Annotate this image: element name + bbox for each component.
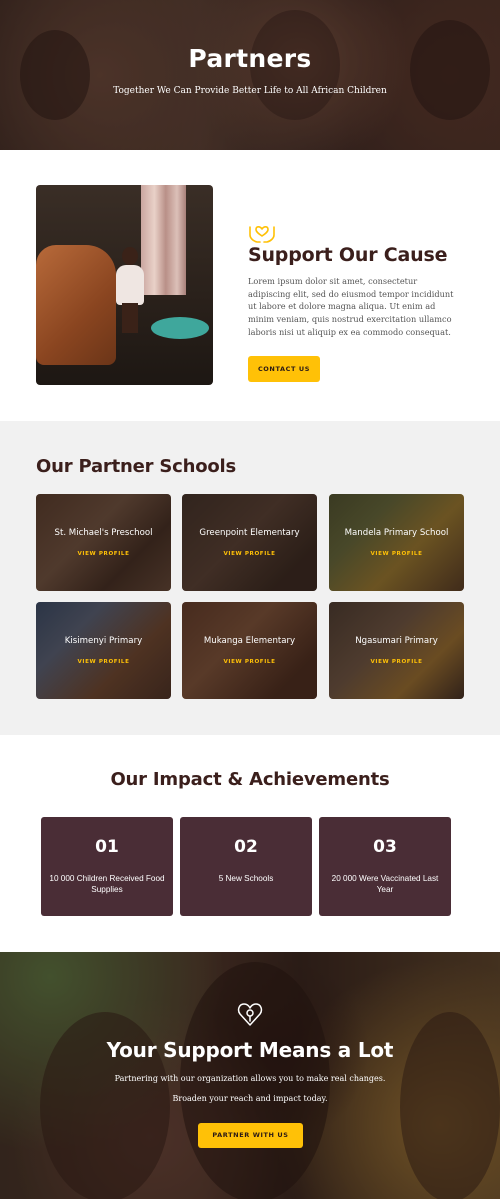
support-title: Support Our Cause [248, 244, 448, 266]
impact-stat-card: 02 5 New Schools [180, 817, 312, 916]
card-overlay [329, 602, 464, 699]
card-overlay [182, 494, 317, 591]
photo-sofa [36, 245, 116, 365]
photo-child [114, 247, 146, 337]
school-card[interactable]: Greenpoint Elementary VIEW PROFILE [182, 494, 317, 591]
school-card[interactable]: Mukanga Elementary VIEW PROFILE [182, 602, 317, 699]
view-profile-link[interactable]: VIEW PROFILE [329, 659, 464, 665]
photo-bowl [151, 317, 209, 339]
impact-stat-card: 01 10 000 Children Received Food Supplie… [41, 817, 173, 916]
hands-heart-icon [249, 226, 275, 243]
card-overlay [36, 602, 171, 699]
view-profile-link[interactable]: VIEW PROFILE [329, 551, 464, 557]
school-name: Greenpoint Elementary [199, 528, 300, 538]
support-photo [36, 185, 213, 385]
heart-pin-icon [237, 1003, 263, 1026]
stat-number: 01 [95, 837, 119, 857]
contact-us-button[interactable]: CONTACT US [248, 356, 320, 382]
banner-title: Your Support Means a Lot [106, 1038, 394, 1062]
stat-number: 02 [234, 837, 258, 857]
stat-label: 20 000 Were Vaccinated Last Year [331, 874, 439, 894]
photo-curtain [141, 185, 186, 295]
school-name: Kisimenyi Primary [64, 636, 143, 646]
card-overlay [329, 494, 464, 591]
school-name: Mandela Primary School [344, 528, 449, 538]
school-card[interactable]: Kisimenyi Primary VIEW PROFILE [36, 602, 171, 699]
view-profile-link[interactable]: VIEW PROFILE [36, 551, 171, 557]
school-name: Mukanga Elementary [203, 636, 296, 646]
stat-label: 5 New Schools [218, 874, 274, 883]
hero-subtitle: Together We Can Provide Better Life to A… [113, 86, 387, 96]
schools-title: Our Partner Schools [36, 456, 237, 477]
banner-text-line: Partnering with our organization allows … [114, 1074, 386, 1083]
hero-banner [0, 0, 500, 150]
support-description: Lorem ipsum dolor sit amet, consectetur … [248, 276, 454, 337]
stat-label: 10 000 Children Received Food Supplies [49, 874, 165, 894]
card-overlay [36, 494, 171, 591]
banner-text-line: Broaden your reach and impact today. [172, 1094, 328, 1103]
card-overlay [182, 602, 317, 699]
school-card[interactable]: St. Michael's Preschool VIEW PROFILE [36, 494, 171, 591]
school-card[interactable]: Mandela Primary School VIEW PROFILE [329, 494, 464, 591]
page-title: Partners [188, 44, 312, 73]
school-name: St. Michael's Preschool [54, 528, 153, 538]
partner-with-us-button[interactable]: PARTNER WITH US [198, 1123, 303, 1148]
impact-stat-card: 03 20 000 Were Vaccinated Last Year [319, 817, 451, 916]
view-profile-link[interactable]: VIEW PROFILE [182, 659, 317, 665]
view-profile-link[interactable]: VIEW PROFILE [36, 659, 171, 665]
view-profile-link[interactable]: VIEW PROFILE [182, 551, 317, 557]
stat-number: 03 [373, 837, 397, 857]
school-name: Ngasumari Primary [355, 636, 438, 646]
impact-title: Our Impact & Achievements [110, 769, 390, 790]
school-card[interactable]: Ngasumari Primary VIEW PROFILE [329, 602, 464, 699]
